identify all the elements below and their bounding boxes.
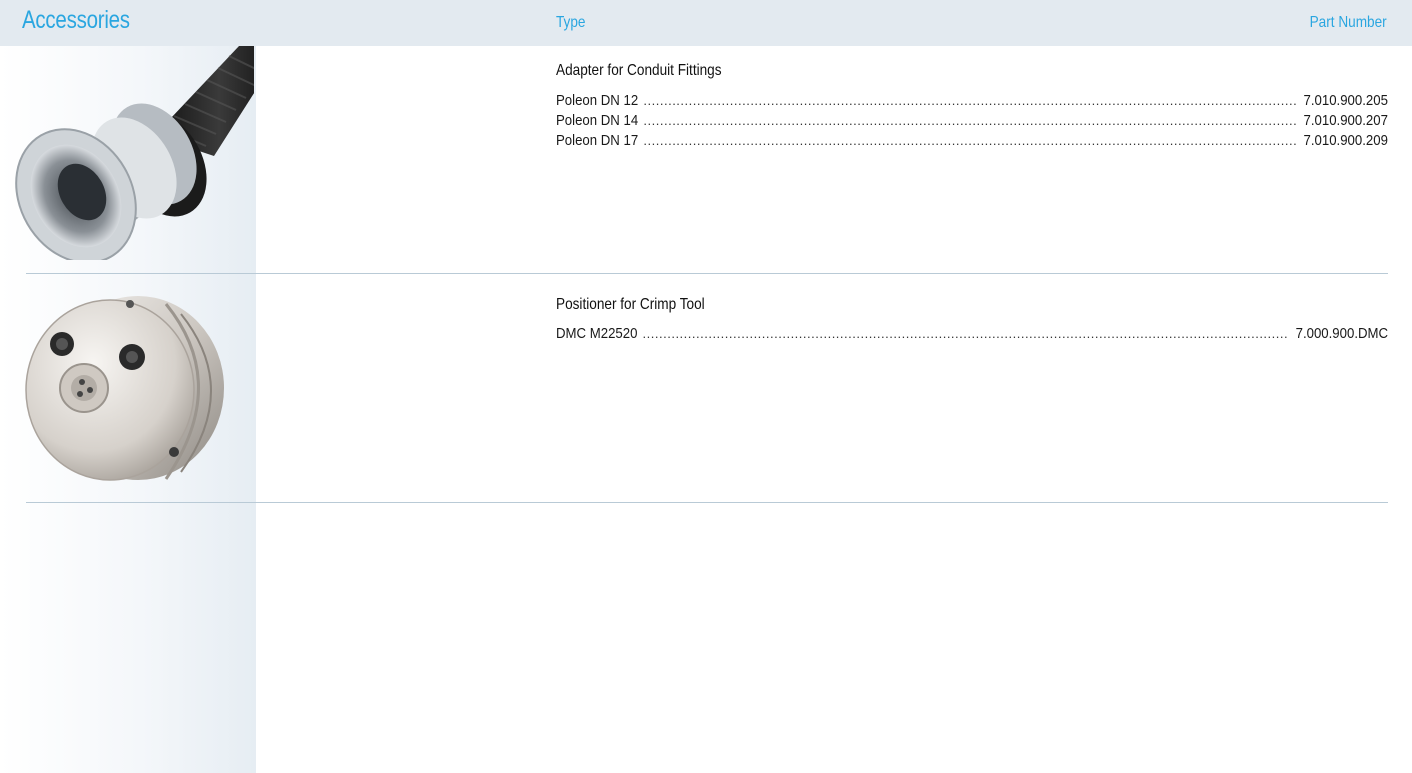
section-title: Adapter for Conduit Fittings: [556, 62, 722, 79]
column-header-type: Type: [556, 14, 586, 31]
page-title: Accessories: [22, 6, 130, 34]
item-name: DMC M22520: [556, 325, 638, 342]
item-name: Poleon DN 12: [556, 92, 639, 109]
conduit-adapter-image: [15, 46, 254, 260]
list-item: DMC M22520 7.000.900.DMC: [556, 324, 1388, 344]
column-header-part-number: Part Number: [1309, 14, 1387, 31]
crimp-positioner-image: [25, 296, 224, 481]
item-part-number: 7.010.900.207: [1303, 112, 1388, 129]
dot-leader: [643, 131, 1298, 151]
section-title: Positioner for Crimp Tool: [556, 296, 705, 313]
item-part-number: 7.000.900.DMC: [1295, 325, 1388, 342]
section-divider: [26, 273, 1388, 274]
item-name: Poleon DN 14: [556, 112, 639, 129]
list-item: Poleon DN 12 7.010.900.205: [556, 91, 1388, 111]
list-item: Poleon DN 14 7.010.900.207: [556, 111, 1388, 131]
list-item: Poleon DN 17 7.010.900.209: [556, 131, 1388, 151]
header-bar: Accessories Type Part Number: [0, 0, 1412, 46]
item-part-number: 7.010.900.205: [1303, 92, 1388, 109]
section-divider: [26, 502, 1388, 503]
dot-leader: [643, 111, 1298, 131]
dot-leader: [643, 91, 1298, 111]
item-name: Poleon DN 17: [556, 132, 639, 149]
dot-leader: [643, 324, 1289, 344]
item-part-number: 7.010.900.209: [1303, 132, 1388, 149]
